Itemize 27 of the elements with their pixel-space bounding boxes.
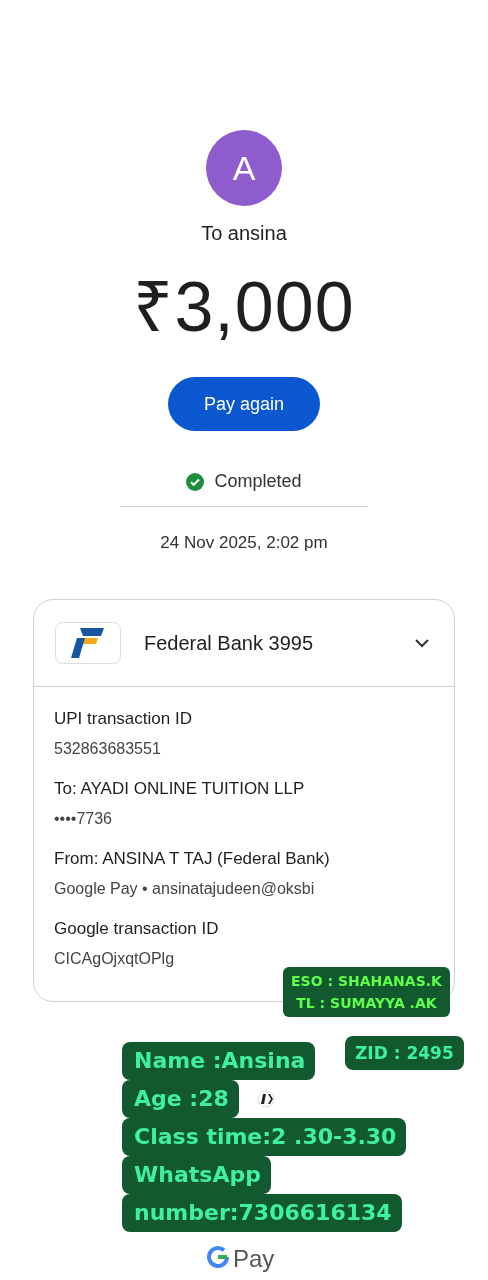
detail-value: 532863683551 bbox=[54, 739, 162, 759]
detail-label: To: AYADI ONLINE TUITION LLP bbox=[54, 778, 306, 800]
avatar: A bbox=[206, 130, 282, 206]
detail-value: Google Pay • ansinatajudeen@oksbi bbox=[54, 879, 316, 899]
pay-again-button[interactable]: Pay again bbox=[168, 377, 320, 431]
detail-label: UPI transaction ID bbox=[54, 708, 193, 730]
detail-value: ••••7736 bbox=[54, 809, 113, 829]
sticker-label: TL : SUMAYYA .AK bbox=[295, 994, 438, 1013]
sticker-label: Class time:2 .30-3.30 bbox=[122, 1118, 407, 1156]
detail-value: CICAgOjxqtOPlg bbox=[54, 949, 176, 969]
bank-account: Federal Bank 3995 bbox=[144, 631, 314, 655]
chevron-down-icon[interactable] bbox=[414, 638, 430, 648]
recipient-name: To ansina bbox=[201, 222, 287, 245]
amount: ₹3,000 bbox=[133, 267, 355, 347]
sticker-label: number:7306616134 bbox=[122, 1194, 402, 1232]
sticker-label: Name :Ansina bbox=[122, 1042, 316, 1080]
sticker-label: ESO : SHAHANAS.K bbox=[291, 972, 442, 991]
sticker-label: WhatsApp bbox=[122, 1156, 271, 1194]
sticker-label: Age :28 bbox=[122, 1080, 239, 1118]
sticker-label: ZID : 2495 bbox=[355, 1042, 454, 1065]
check-circle-icon bbox=[186, 472, 205, 491]
status-label: Completed bbox=[214, 471, 302, 492]
brand-name: Pay bbox=[233, 1245, 275, 1273]
detail-label: From: ANSINA T TAJ (Federal Bank) bbox=[54, 848, 331, 870]
bank-logo-icon bbox=[55, 622, 121, 664]
transaction-date: 24 Nov 2025, 2:02 pm bbox=[160, 533, 328, 553]
detail-label: Google transaction ID bbox=[54, 918, 220, 940]
